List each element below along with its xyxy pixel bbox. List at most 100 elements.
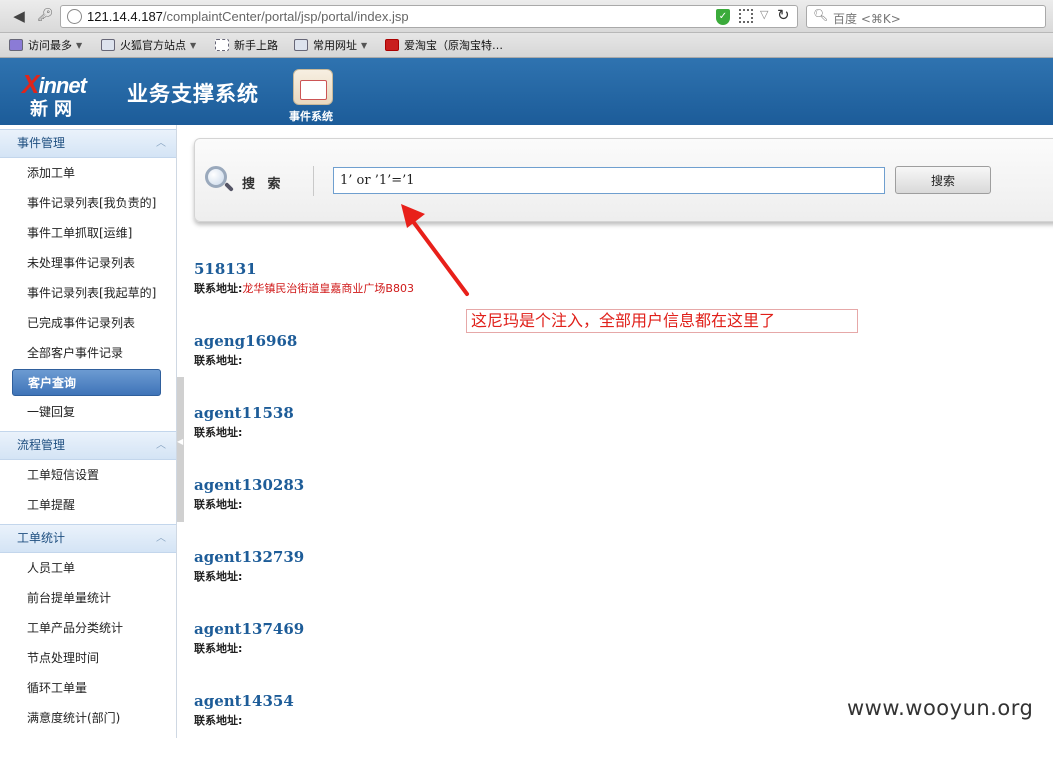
- result-item: ageng16968 联系地址:: [194, 330, 794, 402]
- result-name-link[interactable]: agent137469: [194, 618, 794, 640]
- sidebar-item-completed[interactable]: 已完成事件记录列表: [0, 308, 176, 338]
- sidebar-item-add-ticket[interactable]: 添加工单: [0, 158, 176, 188]
- sidebar: 事件管理 ︿ 添加工单 事件记录列表[我负责的] 事件工单抓取[运维] 未处理事…: [0, 125, 177, 738]
- sidebar-item-customer-query[interactable]: 客户查询: [12, 369, 161, 396]
- sidebar-item-satisfaction-stats[interactable]: 满意度统计(部门): [0, 703, 176, 733]
- result-name-link[interactable]: ageng16968: [194, 330, 794, 352]
- back-button[interactable]: ◀: [4, 5, 34, 27]
- sidebar-item-ticket-fetch[interactable]: 事件工单抓取[运维]: [0, 218, 176, 248]
- address-label: 联系地址:: [194, 642, 243, 655]
- result-item: agent14354 联系地址:: [194, 690, 794, 762]
- url-text[interactable]: 121.14.4.187/complaintCenter/portal/jsp/…: [87, 9, 409, 24]
- system-title: 业务支撑系统: [127, 82, 259, 106]
- address-label: 联系地址:: [194, 714, 243, 727]
- result-address: 联系地址:龙华镇民治街道皇嘉商业广场B803: [194, 280, 794, 298]
- sidebar-item-loop-tickets[interactable]: 循环工单量: [0, 673, 176, 703]
- result-name-link[interactable]: agent14354: [194, 690, 794, 712]
- section-title: 事件管理: [17, 136, 66, 150]
- browser-search-placeholder: 百度 <⌘K>: [833, 12, 901, 26]
- result-address: 联系地址:: [194, 712, 794, 730]
- bookmark-getting-started[interactable]: 新手上路: [215, 37, 278, 53]
- bookmark-label: 火狐官方站点: [120, 39, 186, 52]
- annotation-arrow-icon: [401, 204, 469, 296]
- folder-icon: [294, 39, 308, 51]
- sidebar-item-node-processing-time[interactable]: 节点处理时间: [0, 643, 176, 673]
- sidebar-item-product-category-stats[interactable]: 工单产品分类统计: [0, 613, 176, 643]
- reload-icon[interactable]: ↻: [777, 6, 790, 24]
- bookmark-taobao[interactable]: 爱淘宝（原淘宝特…: [385, 37, 503, 53]
- sidebar-item-all-customer-events[interactable]: 全部客户事件记录: [0, 338, 176, 368]
- result-address: 联系地址:: [194, 424, 794, 442]
- event-system-label[interactable]: 事件系统: [289, 108, 333, 124]
- sidebar-item-front-desk-stats[interactable]: 前台提单量统计: [0, 583, 176, 613]
- result-item: agent137469 联系地址:: [194, 618, 794, 690]
- results-list: 518131 联系地址:龙华镇民治街道皇嘉商业广场B803 ageng16968…: [194, 258, 794, 762]
- event-system-icon[interactable]: [293, 69, 333, 105]
- app-header: Xinnet 新网 业务支撑系统 事件系统: [0, 58, 1053, 125]
- result-name-link[interactable]: agent132739: [194, 546, 794, 568]
- url-host: 121.14.4.187: [87, 9, 163, 24]
- dropdown-triangle-icon[interactable]: ▽: [760, 8, 768, 21]
- customer-search-input[interactable]: [333, 167, 885, 194]
- logo-chinese: 新网: [30, 99, 78, 120]
- section-title: 流程管理: [17, 438, 66, 452]
- bookmark-firefox-sites[interactable]: 火狐官方站点 ▼: [101, 37, 196, 53]
- chevron-down-icon: ▼: [76, 40, 83, 50]
- address-label: 联系地址:: [194, 354, 243, 367]
- calendar-icon: [300, 80, 327, 100]
- sidebar-collapse-handle[interactable]: ◀: [177, 377, 184, 522]
- result-name-link[interactable]: agent11538: [194, 402, 794, 424]
- bookmark-label: 新手上路: [234, 39, 278, 52]
- search-icon: 🔍︎: [813, 8, 829, 22]
- bookmarks-bar: 访问最多 ▼ 火狐官方站点 ▼ 新手上路 常用网址 ▼ 爱淘宝（原淘宝特…: [0, 33, 1053, 58]
- chevron-down-icon: ▼: [190, 40, 197, 50]
- sidebar-item-sms-settings[interactable]: 工单短信设置: [0, 460, 176, 490]
- folder-icon: [101, 39, 115, 51]
- page-icon: [215, 39, 229, 51]
- collapse-left-icon: ◀: [177, 437, 184, 446]
- key-icon[interactable]: 🔑︎: [37, 8, 54, 23]
- result-address: 联系地址:: [194, 496, 794, 514]
- collapse-chevron-icon[interactable]: ︿: [156, 432, 166, 459]
- address-label: 联系地址:: [194, 498, 243, 511]
- qr-code-icon[interactable]: [739, 9, 753, 23]
- sidebar-section-event-management[interactable]: 事件管理 ︿: [0, 129, 176, 158]
- result-item: agent130283 联系地址:: [194, 474, 794, 546]
- collapse-chevron-icon[interactable]: ︿: [156, 525, 166, 552]
- result-item: agent132739 联系地址:: [194, 546, 794, 618]
- address-value: 龙华镇民治街道皇嘉商业广场B803: [242, 282, 414, 295]
- sidebar-item-my-drafted[interactable]: 事件记录列表[我起草的]: [0, 278, 176, 308]
- sidebar-item-my-responsible[interactable]: 事件记录列表[我负责的]: [0, 188, 176, 218]
- result-name-link[interactable]: agent130283: [194, 474, 794, 496]
- address-label: 联系地址:: [194, 570, 243, 583]
- sidebar-item-staff-tickets[interactable]: 人员工单: [0, 553, 176, 583]
- address-bar[interactable]: 121.14.4.187/complaintCenter/portal/jsp/…: [60, 5, 798, 28]
- collapse-chevron-icon[interactable]: ︿: [156, 130, 166, 157]
- shield-check-icon[interactable]: ✓: [716, 9, 730, 25]
- result-name-link[interactable]: 518131: [194, 258, 794, 280]
- section-title: 工单统计: [17, 531, 66, 545]
- address-label: 联系地址:: [194, 426, 243, 439]
- magnifier-icon: [205, 166, 234, 194]
- search-panel: 搜 索 搜索: [194, 138, 1053, 222]
- purple-folder-icon: [9, 39, 23, 51]
- sidebar-section-ticket-statistics[interactable]: 工单统计 ︿: [0, 524, 176, 553]
- sidebar-section-process-management[interactable]: 流程管理 ︿: [0, 431, 176, 460]
- sidebar-item-ticket-reminder[interactable]: 工单提醒: [0, 490, 176, 520]
- back-arrow-icon: ◀: [13, 7, 25, 25]
- annotation-note: 这尼玛是个注入，全部用户信息都在这里了: [466, 309, 858, 333]
- search-button[interactable]: 搜索: [895, 166, 991, 194]
- result-address: 联系地址:: [194, 568, 794, 586]
- bookmark-label: 爱淘宝（原淘宝特…: [404, 39, 503, 52]
- wooyun-watermark: www.wooyun.org: [847, 696, 1034, 720]
- bookmark-label: 常用网址: [313, 39, 357, 52]
- result-item: agent11538 联系地址:: [194, 402, 794, 474]
- result-address: 联系地址:: [194, 640, 794, 658]
- sidebar-item-one-click-reply[interactable]: 一键回复: [0, 397, 176, 427]
- xinnet-logo: Xinnet 新网: [20, 69, 110, 120]
- result-address: 联系地址:: [194, 352, 794, 370]
- browser-search-box[interactable]: 🔍︎ 百度 <⌘K>: [806, 5, 1046, 28]
- bookmark-common-sites[interactable]: 常用网址 ▼: [294, 37, 367, 53]
- bookmark-most-visited[interactable]: 访问最多 ▼: [9, 37, 82, 53]
- sidebar-item-unprocessed[interactable]: 未处理事件记录列表: [0, 248, 176, 278]
